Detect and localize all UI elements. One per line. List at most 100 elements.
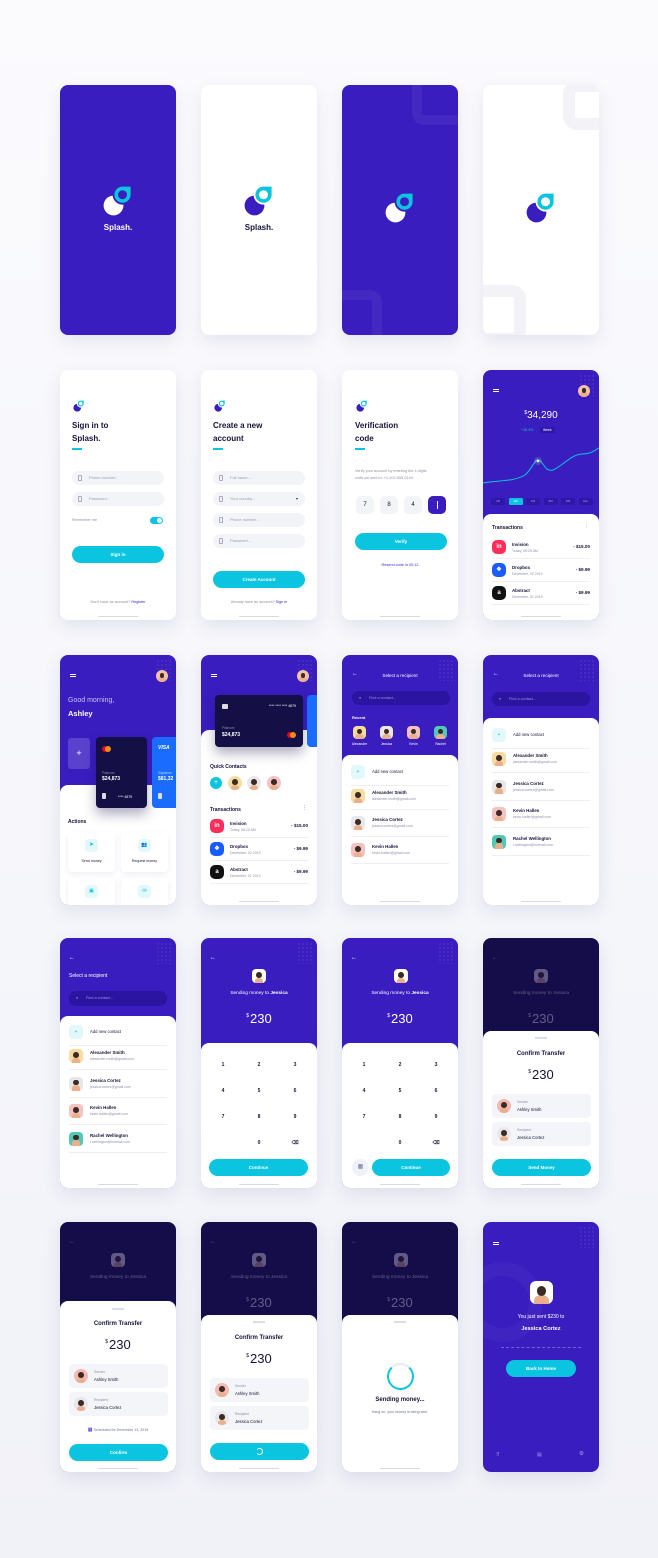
keypad-key-5[interactable]: 5 xyxy=(252,1088,266,1094)
more-icon[interactable]: ⋮ xyxy=(302,805,307,811)
keypad-key-7[interactable]: 7 xyxy=(357,1114,371,1120)
verify-button[interactable]: Verify xyxy=(355,533,447,550)
period-tab-1w[interactable]: 1W xyxy=(508,498,523,505)
recent-contact-avatar[interactable] xyxy=(353,726,366,739)
back-arrow-icon[interactable]: ← xyxy=(69,955,75,961)
menu-icon[interactable] xyxy=(70,674,76,677)
password-input[interactable]: Password... xyxy=(213,534,305,548)
keypad-key-9[interactable]: 9 xyxy=(429,1114,443,1120)
full-name-input[interactable]: Full name... xyxy=(213,471,305,485)
add-contact-button[interactable]: + Add new contact xyxy=(69,1025,167,1041)
keypad-key-2[interactable]: 2 xyxy=(393,1062,407,1068)
keypad-key-1[interactable]: 1 xyxy=(216,1062,230,1068)
wallet-icon[interactable]: ▤ xyxy=(537,1452,542,1458)
sheet-handle[interactable] xyxy=(394,1321,406,1323)
back-arrow-icon[interactable]: ← xyxy=(210,955,216,961)
menu-icon[interactable] xyxy=(493,1242,499,1245)
keypad-key-3[interactable]: 3 xyxy=(429,1062,443,1068)
contact-row[interactable]: Jessica Cortez jessica.cortez@gmail.com xyxy=(492,779,590,796)
backspace-key[interactable]: ⌫ xyxy=(288,1140,302,1146)
confirm-button[interactable]: Confirm xyxy=(69,1444,168,1461)
quick-contact-avatar[interactable] xyxy=(267,776,281,790)
platinum-card[interactable]: **** **** **** 4879 Platinum $24,873 xyxy=(215,695,303,747)
search-input[interactable]: ⌕ Find a contact... xyxy=(352,691,450,705)
contact-row[interactable]: Jessica Cortez jessica.cortez@gmail.com xyxy=(351,816,449,832)
add-contact-button[interactable]: + Add new contact xyxy=(492,728,590,744)
resend-code-link[interactable]: Resend code in 00:12 xyxy=(342,563,458,567)
keypad-key-1[interactable]: 1 xyxy=(357,1062,371,1068)
keypad-key-8[interactable]: 8 xyxy=(252,1114,266,1120)
contact-row[interactable]: Rachel Wellington r.wellington@hotmail.co… xyxy=(492,834,590,851)
keypad-key-6[interactable]: 6 xyxy=(429,1088,443,1094)
contact-row[interactable]: Rachel Wellington r.wellington@hotmail.co… xyxy=(69,1131,167,1148)
more-icon[interactable]: ⋮ xyxy=(584,523,589,529)
wallet-action[interactable]: ▣ xyxy=(68,878,115,905)
period-tab-1d[interactable]: 1D xyxy=(491,498,505,505)
country-select[interactable]: Your country... ▾ xyxy=(213,492,305,506)
keypad-key-6[interactable]: 6 xyxy=(288,1088,302,1094)
otp-digit-box[interactable]: 8 xyxy=(380,496,398,514)
contact-row[interactable]: Kevin Hallen kevin.hallen@gmail.com xyxy=(492,807,590,823)
period-tab-1m[interactable]: 1M xyxy=(526,498,540,505)
contact-row[interactable]: Alexander Smith alexander.smith@gmail.com xyxy=(492,752,590,768)
calendar-button[interactable]: ▦ xyxy=(352,1159,369,1176)
send-money-action[interactable]: ➤ Send money xyxy=(68,832,115,872)
keypad-key-8[interactable]: 8 xyxy=(393,1114,407,1120)
register-link[interactable]: Register xyxy=(131,600,145,604)
otp-digit-box[interactable]: 4 xyxy=(404,496,422,514)
contact-row[interactable]: Kevin Hallen kevin.hallen@gmail.com xyxy=(351,843,449,859)
send-money-button[interactable]: Send Money xyxy=(492,1159,591,1176)
search-input[interactable]: ⌕ Find a contact... xyxy=(492,692,590,706)
keypad-key-7[interactable]: 7 xyxy=(216,1114,230,1120)
avatar[interactable] xyxy=(297,670,309,682)
quick-contact-avatar[interactable] xyxy=(247,776,261,790)
keypad-key-4[interactable]: 4 xyxy=(216,1088,230,1094)
create-account-button[interactable]: Create Account xyxy=(213,571,305,588)
contact-row[interactable]: Jessica Cortez jessica.cortez@gmail.com xyxy=(69,1076,167,1093)
period-badge[interactable]: Week xyxy=(540,427,555,433)
gear-icon[interactable]: ⚙ xyxy=(579,1451,584,1457)
sheet-handle[interactable] xyxy=(253,1321,265,1323)
password-input[interactable]: Password... xyxy=(72,492,164,506)
contact-row[interactable]: Alexander Smith alexander.smith@gmail.com xyxy=(351,789,449,805)
quick-contact-avatar[interactable] xyxy=(228,776,242,790)
recent-contact-avatar[interactable] xyxy=(407,726,420,739)
avatar[interactable] xyxy=(578,385,590,397)
back-to-home-button[interactable]: Back to Home xyxy=(506,1360,576,1377)
keypad-key-9[interactable]: 9 xyxy=(288,1114,302,1120)
recent-contact-avatar[interactable] xyxy=(434,726,447,739)
phone-input[interactable]: Phone number... xyxy=(213,513,305,527)
sign-in-link[interactable]: Sign in xyxy=(276,600,288,604)
bill-action[interactable]: ✉ xyxy=(121,878,168,905)
request-money-action[interactable]: 👥 Request money xyxy=(121,832,168,872)
period-tab-6m[interactable]: 6M xyxy=(561,498,575,505)
otp-digit-box[interactable]: 7 xyxy=(356,496,374,514)
keypad-key-2[interactable]: 2 xyxy=(252,1062,266,1068)
keypad-key-0[interactable]: 0 xyxy=(393,1140,407,1146)
keypad-key-0[interactable]: 0 xyxy=(252,1140,266,1146)
keypad-key-3[interactable]: 3 xyxy=(288,1062,302,1068)
back-arrow-icon[interactable]: ← xyxy=(351,955,357,961)
otp-digit-box[interactable] xyxy=(428,496,446,514)
platinum-card[interactable]: Platinum $24,873 **** 4879 xyxy=(96,737,147,808)
add-contact-button[interactable]: + Add new contact xyxy=(351,765,449,781)
grid-icon[interactable]: ⠿ xyxy=(496,1452,500,1458)
period-tab-all[interactable]: ALL xyxy=(578,498,593,505)
search-input[interactable]: ⌕ Find a contact... xyxy=(69,991,167,1006)
menu-icon[interactable] xyxy=(211,674,217,677)
backspace-key[interactable]: ⌫ xyxy=(429,1140,443,1146)
period-tab-3m[interactable]: 3M xyxy=(543,498,558,505)
sign-in-button[interactable]: Sign in xyxy=(72,546,164,563)
chart-point[interactable] xyxy=(536,459,540,463)
phone-input[interactable]: Phone number... xyxy=(72,471,164,485)
continue-button[interactable]: Continue xyxy=(372,1159,450,1176)
visa-card[interactable] xyxy=(307,695,317,747)
recent-contact-avatar[interactable] xyxy=(380,726,393,739)
menu-icon[interactable] xyxy=(493,389,499,392)
visa-card[interactable]: VISA Signature $81,32 xyxy=(152,737,176,808)
add-contact-button[interactable]: + xyxy=(210,777,222,789)
sheet-handle[interactable] xyxy=(535,1037,547,1039)
keypad-key-5[interactable]: 5 xyxy=(393,1088,407,1094)
avatar[interactable] xyxy=(156,670,168,682)
continue-button[interactable]: Continue xyxy=(209,1159,308,1176)
